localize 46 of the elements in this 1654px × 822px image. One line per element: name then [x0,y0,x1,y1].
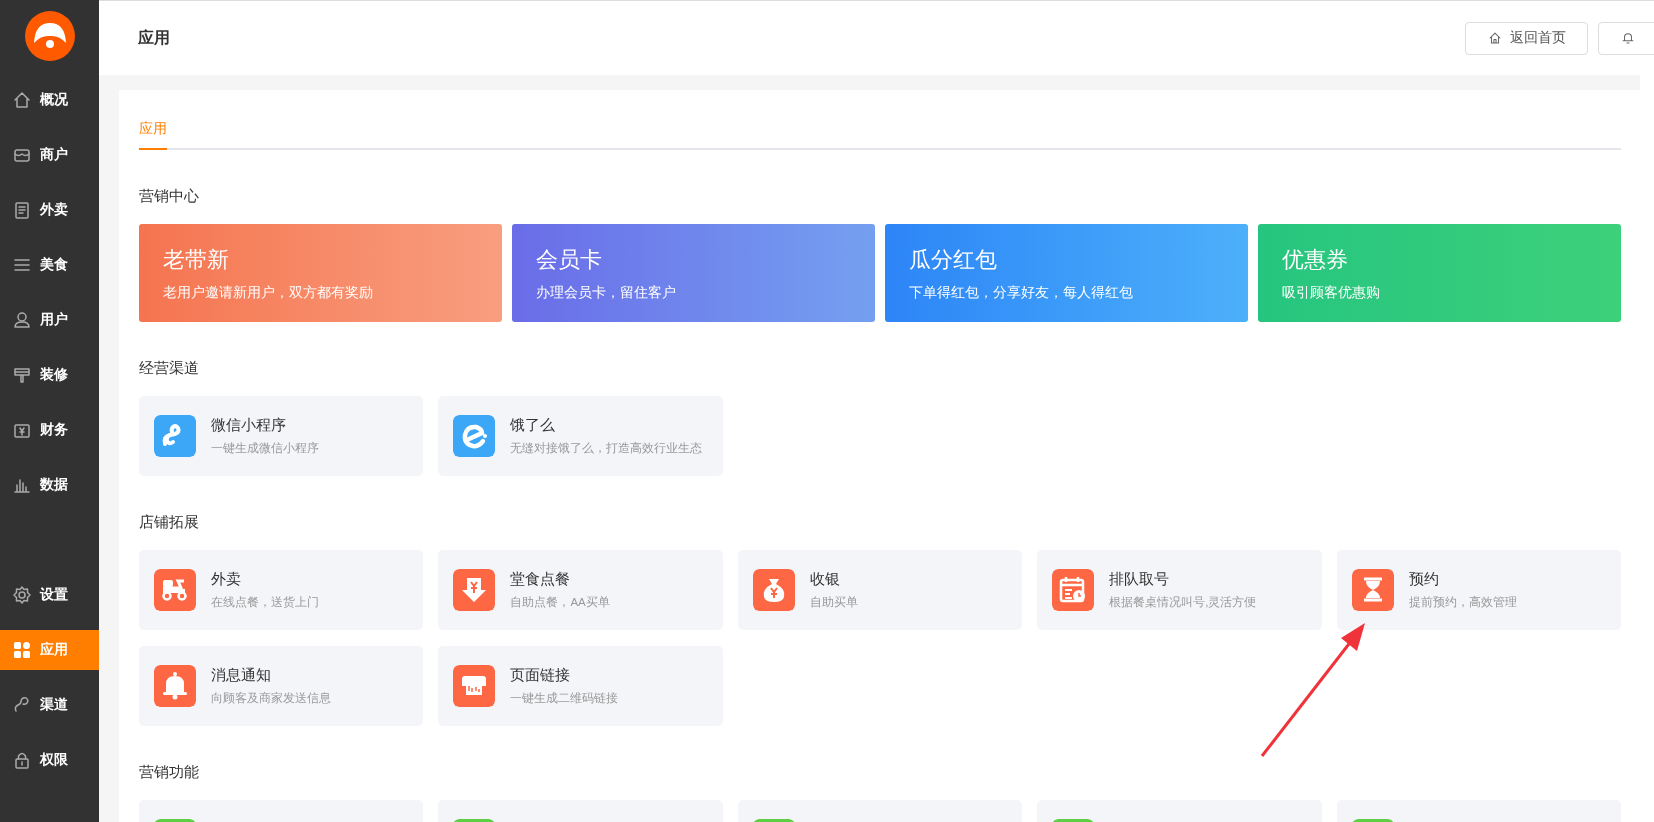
app-card[interactable]: 堂食点餐 自助点餐，AA买单 [438,550,723,630]
user-icon [12,310,32,330]
page-title: 应用 [138,27,170,48]
bell-icon [1621,31,1635,45]
app-card[interactable]: 微信小程序 一键生成微信小程序 [139,396,424,476]
sidebar-item[interactable]: 美食 [0,245,99,285]
app-card[interactable]: 预约 提前预约，高效管理 [1336,550,1621,630]
brush-icon [12,365,32,385]
app-card[interactable]: 消息通知 向顾客及商家发送信息 [139,646,424,726]
app-card[interactable]: 排队取号 根据餐桌情况叫号,灵活方便 [1037,550,1322,630]
app-card[interactable]: 外卖 在线点餐，送货上门 [139,550,424,630]
section-title: 营销功能 [139,762,200,782]
app-description: 自助买单 [809,595,858,610]
home-icon [12,90,32,110]
app-card[interactable]: 饿了么 无缝对接饿了么，打造高效行业生态 [438,396,723,476]
logo-icon [24,11,75,61]
section-title: 店铺拓展 [139,512,200,532]
app-description: 自助点餐，AA买单 [510,595,610,610]
sidebar-item[interactable]: 装修 [0,355,99,395]
home-icon [1487,31,1502,45]
app-description: 提前预约，高效管理 [1408,595,1517,610]
app-description: 在线点餐，送货上门 [211,595,319,610]
app-description: 根据餐桌情况叫号,灵活方便 [1109,595,1257,610]
sidebar-item[interactable]: 渠道 [0,685,99,725]
sidebar-item[interactable]: 用户 [0,300,99,340]
sidebar-item[interactable]: 商户 [0,135,99,175]
sidebar-item[interactable]: 数据 [0,465,99,505]
settings-icon [12,585,32,605]
document-icon [12,200,32,220]
sidebar-item[interactable]: 概况 [0,80,99,120]
home-button[interactable]: 返回首页 [1465,21,1588,55]
sidebar-item[interactable]: 外卖 [0,190,99,230]
section-title: 经营渠道 [139,358,200,378]
app-description: 一键生成微信小程序 [211,441,319,456]
promo-card[interactable]: 会员卡 办理会员卡，留住客户 [512,224,875,322]
app-description: 一键生成二维码链接 [510,691,619,706]
sidebar-item[interactable]: 财务 [0,410,99,450]
sidebar-item[interactable]: 设置 [0,575,99,615]
sidebar-item[interactable]: 权限 [0,740,99,780]
app-card[interactable]: 收银 自助买单 [737,550,1023,630]
app-description: 无缝对接饿了么，打造高效行业生态 [510,441,703,456]
app-description: 向顾客及商家发送信息 [211,691,331,706]
app-card[interactable]: 页面链接 一键生成二维码链接 [438,646,723,726]
section-title: 营销中心 [139,186,200,206]
lock-icon [12,750,32,770]
grid-icon [12,640,32,660]
